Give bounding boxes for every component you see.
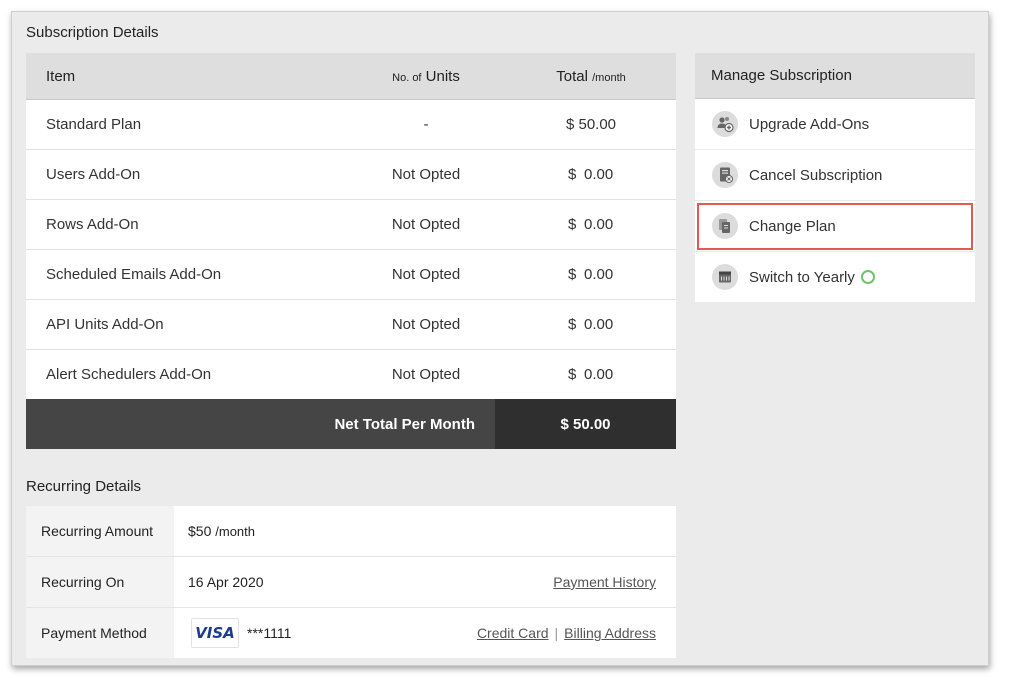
row-currency: $ xyxy=(568,316,577,333)
payment-history-link[interactable]: Payment History xyxy=(553,574,656,590)
table-row: Rows Add-On Not Opted $0.00 xyxy=(26,200,676,250)
header-total: Total /month xyxy=(506,68,676,85)
refresh-badge-icon xyxy=(860,270,875,284)
credit-card-link[interactable]: Credit Card xyxy=(477,625,549,641)
header-units-label: Units xyxy=(425,67,460,85)
row-total: $0.00 xyxy=(506,366,676,383)
row-amount: 50.00 xyxy=(578,116,617,133)
row-units: - xyxy=(423,116,429,133)
row-total: $ 50.00 xyxy=(506,116,676,133)
net-total-label: Net Total Per Month xyxy=(26,399,495,449)
row-item: API Units Add-On xyxy=(46,316,164,333)
table-header: Item No. of Units Total /month xyxy=(26,53,676,100)
row-item: Scheduled Emails Add-On xyxy=(46,266,222,283)
row-units: Not Opted xyxy=(391,266,461,283)
row-total: $0.00 xyxy=(506,266,676,283)
switch-to-yearly-label: Switch to Yearly xyxy=(749,268,855,286)
net-total-value: $ 50.00 xyxy=(495,399,676,449)
recurring-amount: $50 xyxy=(188,523,212,539)
change-plan-button[interactable]: Change Plan xyxy=(695,201,975,252)
subscription-table: Item No. of Units Total /month Standard … xyxy=(26,53,676,449)
subscription-details-title: Subscription Details xyxy=(26,24,159,41)
payment-method-label: Payment Method xyxy=(26,608,174,658)
row-amount: 0.00 xyxy=(584,166,614,183)
header-units-prefix: No. of xyxy=(392,71,422,84)
row-total: $0.00 xyxy=(506,216,676,233)
row-total: $0.00 xyxy=(506,316,676,333)
switch-to-yearly-button[interactable]: Switch to Yearly xyxy=(695,252,975,302)
link-separator: | xyxy=(554,625,559,641)
manage-subscription-panel: Manage Subscription Upgrade Add-Ons Canc… xyxy=(695,53,975,302)
row-currency: $ xyxy=(568,366,577,383)
table-row: Scheduled Emails Add-On Not Opted $0.00 xyxy=(26,250,676,300)
recurring-on-value: 16 Apr 2020 xyxy=(188,574,264,590)
upgrade-addons-button[interactable]: Upgrade Add-Ons xyxy=(695,99,975,150)
manage-subscription-title: Manage Subscription xyxy=(695,53,975,99)
billing-address-link[interactable]: Billing Address xyxy=(564,625,656,641)
row-amount: 0.00 xyxy=(584,316,614,333)
recurring-amount-suffix: /month xyxy=(215,523,255,539)
header-total-suffix: /month xyxy=(592,71,626,84)
row-currency: $ xyxy=(565,116,575,133)
row-currency: $ xyxy=(568,166,577,183)
change-plan-label: Change Plan xyxy=(749,217,836,235)
payment-method-row: Payment Method VISA ***1111 Credit Card |… xyxy=(26,608,676,658)
calendar-icon xyxy=(712,264,738,290)
users-plus-icon xyxy=(712,111,738,137)
cancel-receipt-icon xyxy=(712,162,738,188)
row-currency: $ xyxy=(568,266,577,283)
table-row: Alert Schedulers Add-On Not Opted $0.00 xyxy=(26,350,676,399)
row-units: Not Opted xyxy=(391,166,461,183)
row-amount: 0.00 xyxy=(584,216,614,233)
row-total: $0.00 xyxy=(506,166,676,183)
cancel-subscription-button[interactable]: Cancel Subscription xyxy=(695,150,975,201)
recurring-on-label: Recurring On xyxy=(26,557,174,607)
row-currency: $ xyxy=(568,216,577,233)
card-number: ***1111 xyxy=(247,625,292,641)
cancel-subscription-label: Cancel Subscription xyxy=(749,166,883,184)
table-row: Standard Plan - $ 50.00 xyxy=(26,100,676,150)
recurring-amount-value: $50 /month xyxy=(174,506,676,556)
header-item: Item xyxy=(46,67,76,85)
table-row: Users Add-On Not Opted $0.00 xyxy=(26,150,676,200)
row-units: Not Opted xyxy=(391,316,461,333)
row-item: Alert Schedulers Add-On xyxy=(46,366,212,383)
header-units: No. of Units xyxy=(346,68,506,85)
row-amount: 0.00 xyxy=(584,266,614,283)
header-total-label: Total xyxy=(556,67,588,85)
row-units: Not Opted xyxy=(391,366,461,383)
net-total-row: Net Total Per Month $ 50.00 xyxy=(26,399,676,449)
subscription-panel: Subscription Details Item No. of Units T… xyxy=(11,11,989,666)
visa-logo-icon: VISA xyxy=(191,618,239,648)
recurring-details-table: Recurring Amount $50 /month Recurring On… xyxy=(26,506,676,658)
row-item: Rows Add-On xyxy=(46,216,139,233)
recurring-on-row: Recurring On 16 Apr 2020 Payment History xyxy=(26,557,676,608)
row-units: Not Opted xyxy=(391,216,461,233)
recurring-amount-label: Recurring Amount xyxy=(26,506,174,556)
recurring-amount-row: Recurring Amount $50 /month xyxy=(26,506,676,557)
documents-icon xyxy=(712,213,738,239)
row-amount: 0.00 xyxy=(584,366,614,383)
table-row: API Units Add-On Not Opted $0.00 xyxy=(26,300,676,350)
row-item: Users Add-On xyxy=(46,166,141,183)
row-item: Standard Plan xyxy=(46,116,142,133)
recurring-details-title: Recurring Details xyxy=(26,478,142,495)
upgrade-addons-label: Upgrade Add-Ons xyxy=(749,115,870,133)
